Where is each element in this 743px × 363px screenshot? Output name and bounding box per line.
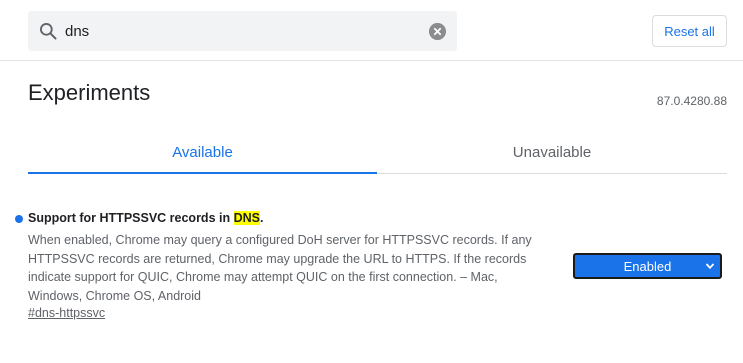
active-tab-indicator (28, 172, 377, 174)
search-box[interactable] (28, 11, 457, 51)
experiment-title: Support for HTTPSSVC records in DNS. (28, 211, 263, 225)
chevron-down-icon (705, 263, 715, 270)
experiment-title-prefix: Support for HTTPSSVC records in (28, 211, 234, 225)
header: Reset all (0, 0, 743, 61)
search-match-highlight: DNS (233, 211, 260, 225)
version-number: 87.0.4280.88 (656, 94, 727, 108)
reset-all-button[interactable]: Reset all (652, 15, 727, 47)
search-input[interactable] (65, 11, 425, 51)
search-icon (40, 23, 57, 40)
description-line: Windows, Chrome OS, Android (28, 288, 201, 303)
tab-divider (377, 173, 727, 174)
experiment-permalink[interactable]: #dns-httpssvc (28, 306, 105, 320)
tab-unavailable[interactable]: Unavailable (377, 130, 727, 174)
modified-dot (15, 215, 23, 223)
experiment-state-select[interactable]: Enabled (573, 253, 722, 279)
clear-icon[interactable] (429, 23, 446, 40)
tab-available[interactable]: Available (28, 130, 377, 174)
description-line: When enabled, Chrome may query a configu… (28, 233, 532, 247)
experiment-description: When enabled, Chrome may query a configu… (28, 231, 556, 305)
page-title: Experiments (28, 80, 151, 105)
select-value: Enabled (623, 258, 672, 274)
description-line: indicate support for QUIC, Chrome may at… (28, 270, 498, 284)
description-line: HTTPSSVC records are returned, Chrome ma… (28, 251, 527, 266)
experiment-title-suffix: . (259, 211, 264, 225)
